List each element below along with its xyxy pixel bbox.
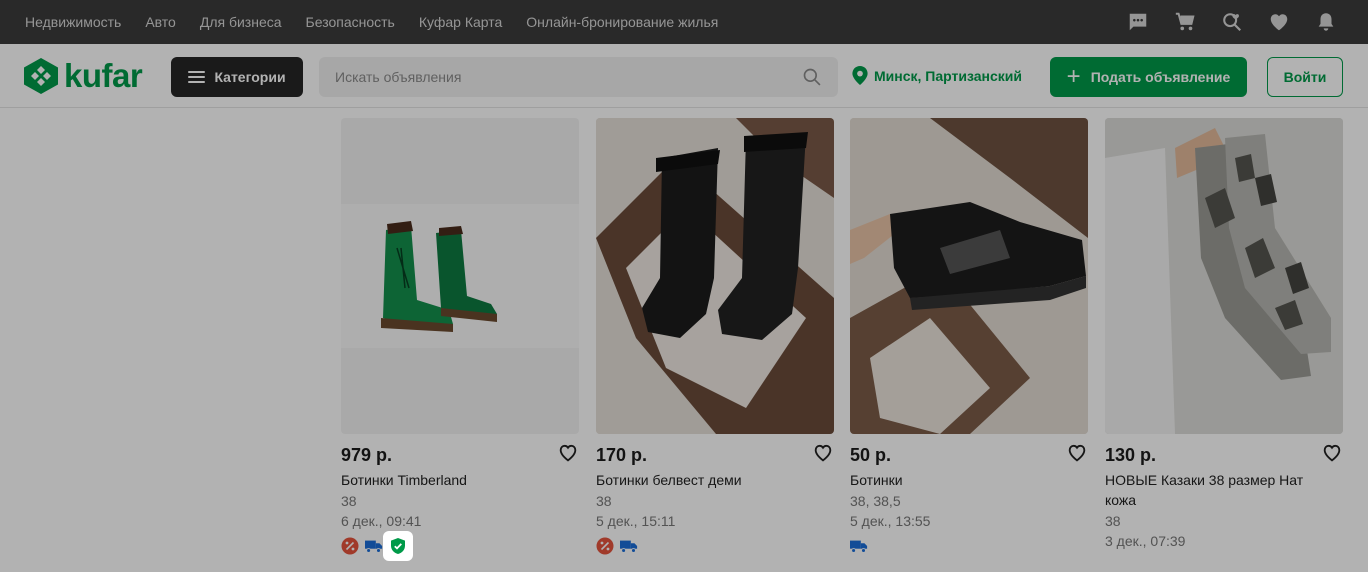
top-link-booking[interactable]: Онлайн-бронирование жилья — [526, 14, 718, 30]
favorite-heart-icon[interactable] — [1321, 442, 1343, 464]
listing-photo[interactable] — [341, 118, 579, 434]
top-link-kufar-map[interactable]: Куфар Карта — [419, 14, 502, 30]
listing-date: 5 дек., 13:55 — [850, 513, 931, 529]
location-selector[interactable]: Минск, Партизанский — [852, 66, 1022, 85]
favorite-heart-icon[interactable] — [557, 442, 579, 464]
listing-info: НОВЫЕ Казаки 38 размер Нат кожа 38 3 дек… — [1105, 470, 1320, 551]
listing-photo[interactable] — [596, 118, 834, 434]
listing-date: 5 дек., 15:11 — [596, 513, 676, 529]
top-link-real-estate[interactable]: Недвижимость — [25, 14, 121, 30]
login-button[interactable]: Войти — [1267, 57, 1343, 97]
favorite-heart-icon[interactable] — [1066, 442, 1088, 464]
listing-info: Ботинки белвест деми 38 5 дек., 15:11 — [596, 470, 811, 555]
post-ad-label: Подать объявление — [1090, 69, 1231, 85]
listing-price: 170 р. — [596, 445, 648, 465]
favorite-heart-icon[interactable] — [812, 442, 834, 464]
plus-icon: + — [1066, 63, 1081, 90]
listing-info: Ботинки Timberland 38 6 дек., 09:41 — [341, 470, 556, 555]
top-navigation-bar: Недвижимость Авто Для бизнеса Безопаснос… — [0, 0, 1368, 44]
bell-icon[interactable] — [1314, 10, 1338, 34]
logo-icon — [24, 58, 58, 94]
listing-size: 38 — [596, 493, 612, 509]
main-header: kufar Категории Минск, Партизанский + По… — [0, 44, 1368, 108]
search-heart-icon[interactable] — [1220, 10, 1244, 34]
heart-icon[interactable] — [1267, 10, 1291, 34]
listing-date: 6 дек., 09:41 — [341, 513, 422, 529]
delivery-icon — [850, 537, 868, 555]
listing-title[interactable]: Ботинки Timberland — [341, 470, 556, 490]
delivery-icon — [620, 537, 638, 555]
chat-icon[interactable] — [1126, 10, 1150, 34]
listing-price: 979 р. — [341, 445, 393, 465]
kufar-logo[interactable]: kufar — [24, 57, 143, 94]
location-pin-icon — [852, 66, 868, 85]
listing-photo[interactable] — [1105, 118, 1343, 434]
listing-title[interactable]: Ботинки белвест деми — [596, 470, 811, 490]
listing-card[interactable]: 130 р. НОВЫЕ Казаки 38 размер Нат кожа 3… — [1105, 118, 1343, 549]
categories-label: Категории — [214, 69, 286, 85]
listing-size: 38, 38,5 — [850, 493, 901, 509]
listing-date: 3 дек., 07:39 — [1105, 533, 1186, 549]
listing-photo[interactable] — [850, 118, 1088, 434]
listing-size: 38 — [341, 493, 357, 509]
menu-icon — [188, 68, 206, 86]
top-link-safety[interactable]: Безопасность — [306, 14, 395, 30]
listing-size: 38 — [1105, 513, 1121, 529]
delivery-icon — [365, 537, 383, 555]
listing-card[interactable]: 50 р. Ботинки 38, 38,5 5 дек., 13:55 — [850, 118, 1088, 553]
search-box — [319, 57, 838, 97]
search-input[interactable] — [319, 57, 838, 97]
listing-info: Ботинки 38, 38,5 5 дек., 13:55 — [850, 470, 1065, 555]
logo-text: kufar — [64, 57, 143, 94]
listing-card[interactable]: 170 р. Ботинки белвест деми 38 5 дек., 1… — [596, 118, 834, 555]
listing-title[interactable]: Ботинки — [850, 470, 1065, 490]
cart-icon[interactable] — [1173, 10, 1197, 34]
top-icons — [1103, 0, 1338, 44]
verified-badge-highlight[interactable] — [383, 531, 413, 561]
categories-button[interactable]: Категории — [171, 57, 303, 97]
location-label: Минск, Партизанский — [874, 67, 1022, 84]
listing-price: 50 р. — [850, 445, 892, 465]
top-links: Недвижимость Авто Для бизнеса Безопаснос… — [0, 14, 742, 30]
search-icon[interactable] — [802, 67, 822, 92]
discount-icon — [596, 537, 614, 555]
top-link-business[interactable]: Для бизнеса — [200, 14, 282, 30]
shield-check-icon — [391, 538, 405, 554]
discount-icon — [341, 537, 359, 555]
top-link-auto[interactable]: Авто — [145, 14, 176, 30]
listing-price: 130 р. — [1105, 445, 1157, 465]
listing-badges — [850, 537, 1065, 555]
listing-title[interactable]: НОВЫЕ Казаки 38 размер Нат кожа — [1105, 470, 1320, 510]
listing-badges — [596, 537, 811, 555]
post-ad-button[interactable]: + Подать объявление — [1050, 57, 1247, 97]
listing-card[interactable]: 979 р. Ботинки Timberland 38 6 дек., 09:… — [341, 118, 579, 555]
listing-badges — [341, 537, 556, 555]
